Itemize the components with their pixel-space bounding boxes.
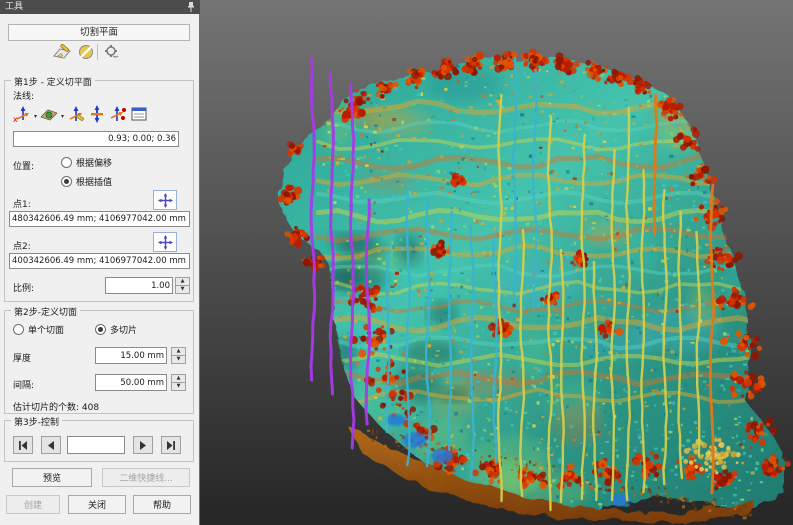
radio-by-value[interactable]: 根据插值 (61, 175, 112, 188)
radio-single-section[interactable]: 单个切面 (13, 323, 64, 336)
pick-point-icon (158, 235, 173, 250)
viewport-3d[interactable] (200, 0, 793, 525)
group-step3: 第3步-控制 (4, 420, 194, 462)
group-step1: 第1步 - 定义切平面 法线: x ▾ ▾ (4, 80, 194, 302)
spin-down-icon[interactable]: ▼ (171, 382, 186, 391)
spin-down-icon[interactable]: ▼ (175, 285, 190, 294)
ratio-label: 比例: (13, 281, 34, 294)
normal-vector-input[interactable] (13, 131, 179, 147)
point1-input[interactable] (9, 211, 190, 227)
normal-icon-row: x ▾ ▾ (13, 105, 148, 127)
position-label: 位置: (13, 159, 34, 172)
radio-single-dot[interactable] (13, 324, 24, 335)
radio-multi-slices[interactable]: 多切片 (95, 323, 137, 336)
pick-point-icon (158, 193, 173, 208)
point1-label: 点1: (13, 197, 31, 210)
panel-titlebar: 工具 (0, 0, 200, 14)
normal-from-axis-caret[interactable]: ▾ (34, 113, 37, 120)
toolbar-separator (97, 44, 98, 60)
previous-icon (47, 441, 55, 450)
radio-by-value-label: 根据插值 (76, 175, 112, 188)
thickness-input[interactable] (95, 347, 167, 364)
slice-count-estimate: 估计切片的个数: 408 (13, 400, 99, 413)
next-icon (139, 441, 147, 450)
point2-pick-button[interactable] (153, 232, 177, 252)
panel-toolbar (0, 43, 200, 63)
draw-plane-icon[interactable] (52, 43, 72, 61)
ratio-input[interactable] (105, 277, 173, 294)
preview-button[interactable]: 预览 (12, 468, 92, 487)
normal-label: 法线: (13, 89, 34, 102)
point1-pick-button[interactable] (153, 190, 177, 210)
normal-from-plane-caret[interactable]: ▾ (61, 113, 64, 120)
point2-input[interactable] (9, 253, 190, 269)
radio-multi-dot[interactable] (95, 324, 106, 335)
first-icon (18, 441, 28, 450)
normal-edit-icon[interactable] (67, 105, 85, 127)
group-step2-legend: 第2步-定义切面 (11, 305, 80, 318)
radio-by-offset-dot[interactable] (61, 157, 72, 168)
thickness-label: 厚度 (13, 351, 31, 364)
normal-dialog-icon[interactable] (130, 105, 148, 127)
spin-down-icon[interactable]: ▼ (171, 355, 186, 364)
radio-single-label: 单个切面 (28, 323, 64, 336)
dialog-header: 切割平面 (8, 24, 190, 41)
slice-index-input[interactable] (67, 436, 125, 454)
close-button[interactable]: 关闭 (68, 495, 126, 514)
svg-text:x: x (13, 115, 18, 123)
spacing-input[interactable] (95, 374, 167, 391)
point-cloud-scene (200, 0, 793, 525)
previous-slice-button[interactable] (41, 436, 61, 454)
pin-icon[interactable] (187, 2, 195, 12)
hand-tool-icon[interactable] (102, 43, 122, 61)
last-icon (166, 441, 176, 450)
point2-label: 点2: (13, 239, 31, 252)
normal-from-axis-icon[interactable]: x (13, 105, 31, 127)
group-step1-legend: 第1步 - 定义切平面 (11, 75, 95, 88)
first-slice-button[interactable] (13, 436, 33, 454)
spacing-label: 间隔: (13, 378, 34, 391)
ratio-spinner[interactable]: ▲▼ (175, 277, 190, 295)
help-button[interactable]: 帮助 (133, 495, 191, 514)
group-step2: 第2步-定义切面 单个切面 多切片 厚度 ▲▼ 间隔: ▲▼ 估计切片的个数: … (4, 310, 194, 414)
thickness-spinner[interactable]: ▲▼ (171, 347, 186, 365)
create-button[interactable]: 创建 (6, 495, 60, 514)
next-slice-button[interactable] (133, 436, 153, 454)
clip-sphere-icon[interactable] (76, 43, 96, 61)
tool-panel: 工具 切割平面 (0, 0, 200, 525)
group-step3-legend: 第3步-控制 (11, 415, 62, 428)
panel-title: 工具 (5, 2, 23, 12)
normal-from-plane-icon[interactable] (40, 105, 58, 127)
last-slice-button[interactable] (161, 436, 181, 454)
radio-by-offset[interactable]: 根据偏移 (61, 156, 112, 169)
radio-by-offset-label: 根据偏移 (76, 156, 112, 169)
normal-vertical-icon[interactable] (88, 105, 106, 127)
radio-multi-label: 多切片 (110, 323, 137, 336)
spacing-spinner[interactable]: ▲▼ (171, 374, 186, 392)
radio-by-value-dot[interactable] (61, 176, 72, 187)
planar-shortcut-button[interactable]: 二维快捷线... (102, 468, 190, 487)
normal-two-points-icon[interactable] (109, 105, 127, 127)
